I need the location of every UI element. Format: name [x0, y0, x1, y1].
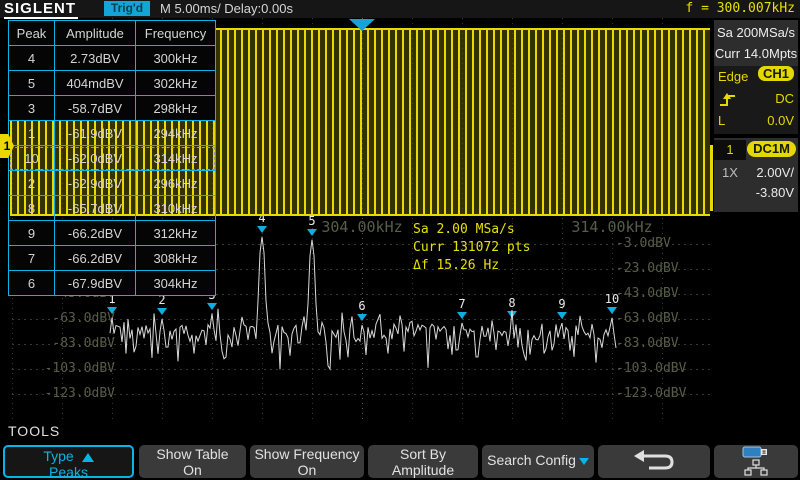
- fft-delta-f: Δf 15.26 Hz: [413, 257, 530, 275]
- table-row[interactable]: 10-62.0dBV314kHz: [9, 146, 216, 171]
- usb-icon: [714, 445, 798, 459]
- acquisition-info[interactable]: Sa 200MSa/s Curr 14.0Mpts: [714, 20, 798, 66]
- softkey-type-value: Peaks: [5, 464, 132, 480]
- table-row[interactable]: 8-65.7dBV310kHz: [9, 196, 216, 221]
- cell-amplitude: -62.9dBV: [55, 171, 136, 196]
- siglent-logo: SIGLENT: [4, 0, 78, 19]
- channel1-color-bar: [710, 145, 713, 211]
- cell-amplitude: -61.9dBV: [55, 121, 136, 146]
- trigger-source-badge: CH1: [758, 66, 794, 81]
- timebase-readout: M 5.00ms/ Delay:0.00s: [160, 1, 293, 16]
- frequency-counter: f = 300.007kHz: [685, 1, 795, 16]
- softkey-show-table[interactable]: Show Table On: [139, 445, 246, 478]
- volts-per-div: 2.00V/: [756, 165, 794, 180]
- fft-info: Sa 2.00 MSa/s Curr 131072 pts Δf 15.26 H…: [413, 221, 530, 275]
- rising-edge-icon: [718, 88, 738, 110]
- cell-peak: 4: [9, 46, 55, 71]
- peak-table-header: Peak Amplitude Frequency: [9, 21, 216, 46]
- trigger-level: 0.0V: [767, 110, 794, 132]
- cell-frequency: 304kHz: [136, 271, 216, 296]
- cell-peak: 5: [9, 71, 55, 96]
- trigger-level-label: L: [718, 110, 725, 132]
- softkey-search-config[interactable]: Search Config: [482, 445, 594, 478]
- cell-amplitude: -62.0dBV: [55, 146, 136, 171]
- table-row[interactable]: 1-61.9dBV294kHz: [9, 121, 216, 146]
- cell-peak: 10: [9, 146, 55, 171]
- cell-peak: 3: [9, 96, 55, 121]
- peak-table: Peak Amplitude Frequency 42.73dBV300kHz5…: [8, 20, 216, 296]
- cell-peak: 8: [9, 196, 55, 221]
- cell-frequency: 312kHz: [136, 221, 216, 246]
- softkey-sort-by[interactable]: Sort By Amplitude: [368, 445, 478, 478]
- memory-depth: Curr 14.0Mpts: [714, 43, 798, 64]
- table-row[interactable]: 42.73dBV300kHz: [9, 46, 216, 71]
- status-bar: SIGLENT Trig'd M 5.00ms/ Delay:0.00s f =…: [0, 0, 800, 18]
- cell-amplitude: -66.2dBV: [55, 221, 136, 246]
- cell-amplitude: -67.9dBV: [55, 271, 136, 296]
- trigger-status-badge: Trig'd: [104, 1, 150, 16]
- cell-peak: 1: [9, 121, 55, 146]
- table-row[interactable]: 2-62.9dBV296kHz: [9, 171, 216, 196]
- channel1-settings[interactable]: 1 DC1M 1X 2.00V/ -3.80V: [714, 138, 798, 212]
- cell-frequency: 308kHz: [136, 246, 216, 271]
- lan-icon: [714, 459, 798, 476]
- trigger-settings[interactable]: Edge CH1 DC L 0.0V: [714, 66, 798, 134]
- cell-amplitude: -66.2dBV: [55, 246, 136, 271]
- cell-frequency: 294kHz: [136, 121, 216, 146]
- cell-frequency: 300kHz: [136, 46, 216, 71]
- sample-rate: Sa 200MSa/s: [714, 22, 798, 43]
- col-header-amplitude: Amplitude: [55, 21, 136, 46]
- cell-frequency: 314kHz: [136, 146, 216, 171]
- cell-peak: 9: [9, 221, 55, 246]
- col-header-frequency: Frequency: [136, 21, 216, 46]
- cell-frequency: 296kHz: [136, 171, 216, 196]
- softkey-menu: Type Peaks Show Table On Show Frequency …: [0, 443, 800, 480]
- trigger-mode: Edge: [718, 66, 748, 88]
- down-arrow-icon: [579, 458, 589, 465]
- probe-attenuation: 1X: [722, 165, 738, 180]
- cell-amplitude: -58.7dBV: [55, 96, 136, 121]
- table-row[interactable]: 6-67.9dBV304kHz: [9, 271, 216, 296]
- softkey-type[interactable]: Type Peaks: [3, 445, 134, 478]
- up-arrow-icon: [82, 453, 94, 462]
- cell-frequency: 310kHz: [136, 196, 216, 221]
- cell-amplitude: 2.73dBV: [55, 46, 136, 71]
- trigger-position-marker[interactable]: [349, 19, 375, 31]
- status-icons: [714, 445, 798, 478]
- softkey-back[interactable]: [598, 445, 710, 478]
- return-arrow-icon: [631, 447, 677, 475]
- channel-number: 1: [714, 140, 746, 160]
- softkey-type-label: Type: [43, 448, 73, 464]
- softkey-show-frequency[interactable]: Show Frequency On: [250, 445, 364, 478]
- cell-frequency: 298kHz: [136, 96, 216, 121]
- col-header-peak: Peak: [9, 21, 55, 46]
- trigger-coupling: DC: [775, 88, 794, 110]
- cell-frequency: 302kHz: [136, 71, 216, 96]
- cell-peak: 6: [9, 271, 55, 296]
- table-row[interactable]: 3-58.7dBV298kHz: [9, 96, 216, 121]
- channel-coupling-badge: DC1M: [747, 141, 796, 157]
- cell-peak: 7: [9, 246, 55, 271]
- fft-sample-rate: Sa 2.00 MSa/s: [413, 221, 530, 239]
- sidebar: Sa 200MSa/s Curr 14.0Mpts Edge CH1 DC L …: [712, 18, 800, 445]
- table-row[interactable]: 5404mdBV302kHz: [9, 71, 216, 96]
- channel-offset: -3.80V: [756, 185, 794, 200]
- table-row[interactable]: 9-66.2dBV312kHz: [9, 221, 216, 246]
- cell-amplitude: 404mdBV: [55, 71, 136, 96]
- cell-peak: 2: [9, 171, 55, 196]
- menu-title: TOOLS: [8, 423, 60, 439]
- table-row[interactable]: 7-66.2dBV308kHz: [9, 246, 216, 271]
- fft-points: Curr 131072 pts: [413, 239, 530, 257]
- cell-amplitude: -65.7dBV: [55, 196, 136, 221]
- oscilloscope-screen: -3.0dBV-3.0dBV-23.0dBV-23.0dBV-43.0dBV-4…: [0, 0, 800, 480]
